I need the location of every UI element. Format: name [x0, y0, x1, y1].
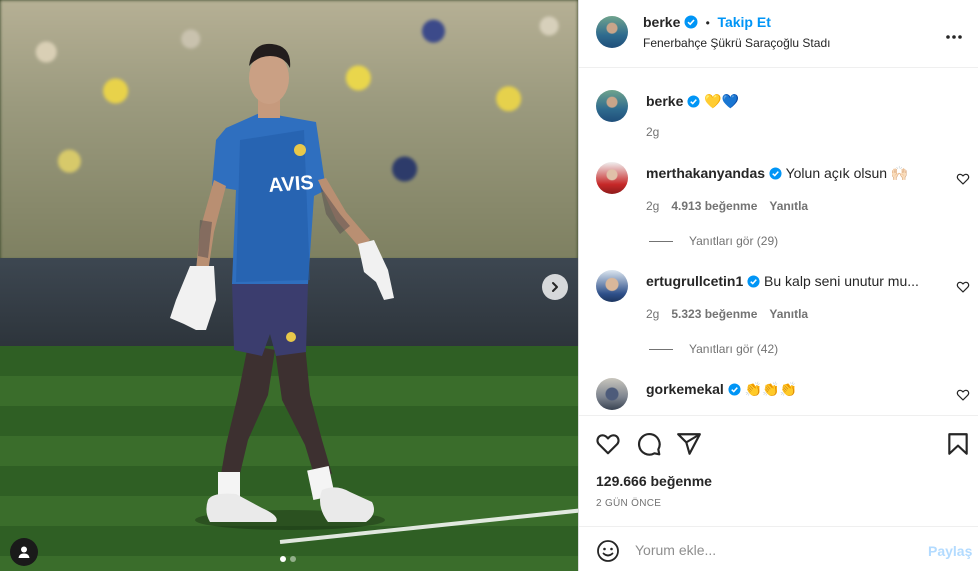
view-replies-button[interactable]: Yanıtları gör (42)	[649, 342, 778, 356]
comment-text: 👏👏👏	[744, 381, 797, 397]
separator-dot: •	[705, 16, 710, 30]
comment-text: Bu kalp seni unutur mu...	[764, 273, 919, 289]
verified-badge-icon	[687, 95, 700, 108]
comment-line: merthakanyandas Yolun açık olsun 🙌🏻	[646, 165, 908, 182]
comment-time[interactable]: 2g	[646, 199, 659, 213]
comment-likes[interactable]: 4.913 beğenme	[671, 199, 757, 213]
caption-username[interactable]: berke	[646, 93, 683, 109]
post-details-panel: berke • Takip Et Fenerbahçe Şükrü Saraço…	[578, 0, 978, 571]
comment-username[interactable]: gorkemekal	[646, 381, 724, 397]
likes-count[interactable]: 129.666 beğenme	[596, 473, 712, 489]
comment-input[interactable]	[635, 537, 915, 563]
avatar[interactable]	[596, 378, 628, 410]
replies-divider	[649, 348, 673, 350]
tagged-users-button[interactable]	[10, 538, 38, 566]
send-icon[interactable]	[676, 431, 702, 457]
avatar[interactable]	[596, 90, 628, 122]
caption-line: berke 💛💙	[646, 93, 739, 110]
like-comment-heart-icon[interactable]	[956, 280, 970, 294]
next-slide-button[interactable]	[542, 274, 568, 300]
verified-badge-icon	[728, 383, 741, 396]
comment-composer: Paylaş	[579, 526, 978, 571]
user-tag-icon	[18, 546, 30, 558]
post-actions: 129.666 beğenme 2 GÜN ÖNCE	[579, 415, 978, 525]
avatar[interactable]	[596, 16, 628, 48]
goalkeeper-figure: AVIS	[170, 43, 394, 530]
more-horizontal-icon	[946, 35, 962, 39]
avatar[interactable]	[596, 162, 628, 194]
svg-text:AVIS: AVIS	[268, 172, 315, 197]
comments-list[interactable]: berke 💛💙 2g merthakanyandas Yolun açık o…	[579, 68, 978, 415]
post-header: berke • Takip Et Fenerbahçe Şükrü Saraço…	[579, 0, 978, 68]
reply-button[interactable]: Yanıtla	[769, 307, 808, 321]
verified-badge-icon	[769, 167, 782, 180]
avatar[interactable]	[596, 270, 628, 302]
reply-button[interactable]: Yanıtla	[769, 199, 808, 213]
comment-line: gorkemekal 👏👏👏	[646, 381, 797, 398]
follow-button[interactable]: Takip Et	[717, 14, 770, 30]
location-link[interactable]: Fenerbahçe Şükrü Saraçoğlu Stadı	[643, 36, 830, 50]
chevron-right-icon	[552, 282, 558, 292]
caption-meta: 2g	[646, 125, 659, 139]
view-replies-label: Yanıtları gör (42)	[689, 342, 779, 356]
comment-icon[interactable]	[636, 431, 662, 457]
caption-text: 💛💙	[704, 93, 740, 109]
header-user-line: berke • Takip Et	[643, 14, 771, 30]
comment-username[interactable]: ertugrullcetin1	[646, 273, 743, 289]
comment-likes[interactable]: 5.323 beğenme	[671, 307, 757, 321]
comment-line: ertugrullcetin1 Bu kalp seni unutur mu..…	[646, 273, 919, 289]
caption-time[interactable]: 2g	[646, 125, 659, 139]
view-replies-label: Yanıtları gör (29)	[689, 234, 779, 248]
replies-divider	[649, 240, 673, 242]
like-comment-heart-icon[interactable]	[956, 388, 970, 402]
carousel-indicators	[280, 556, 296, 562]
verified-badge-icon	[684, 15, 698, 29]
view-replies-button[interactable]: Yanıtları gör (29)	[649, 234, 778, 248]
comment-time[interactable]: 2g	[646, 307, 659, 321]
carousel-dot-active	[280, 556, 286, 562]
comment-username[interactable]: merthakanyandas	[646, 165, 765, 181]
post-date[interactable]: 2 GÜN ÖNCE	[596, 498, 661, 509]
heart-icon[interactable]	[595, 431, 621, 457]
header-username[interactable]: berke	[643, 14, 680, 30]
comment-meta: 2g 5.323 beğenme Yanıtla	[646, 307, 808, 321]
like-comment-heart-icon[interactable]	[956, 172, 970, 186]
comment-meta: 2g 4.913 beğenme Yanıtla	[646, 199, 808, 213]
more-options-button[interactable]	[945, 24, 963, 45]
comment-text: Yolun açık olsun 🙌🏻	[785, 165, 909, 181]
verified-badge-icon	[747, 275, 760, 288]
post-comment-button[interactable]: Paylaş	[928, 543, 972, 559]
carousel-dot	[290, 556, 296, 562]
emoji-icon[interactable]	[596, 539, 620, 563]
bookmark-icon[interactable]	[945, 431, 971, 457]
post-media[interactable]: AVIS	[0, 0, 578, 571]
